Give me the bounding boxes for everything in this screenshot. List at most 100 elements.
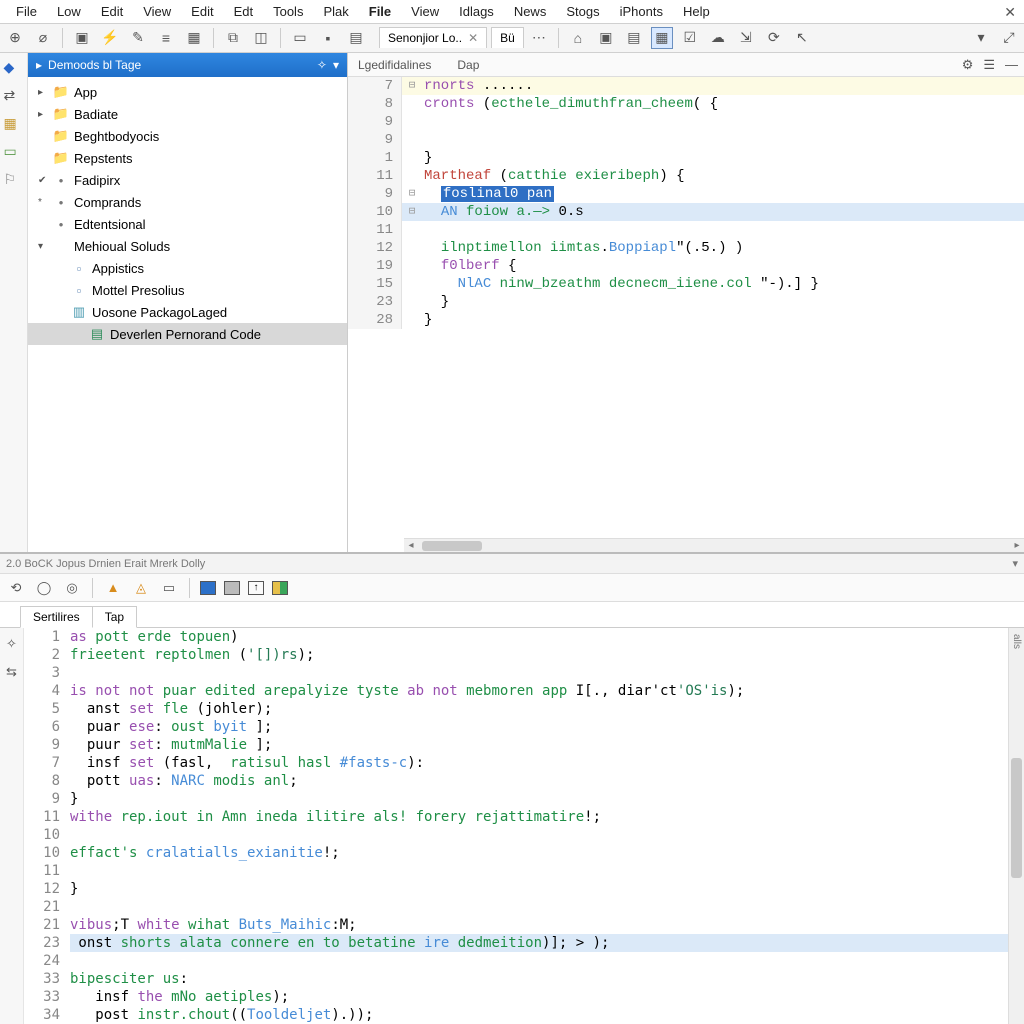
align-icon[interactable]: ▤: [623, 27, 645, 49]
badge-icon[interactable]: ▦: [4, 115, 24, 135]
tree-item[interactable]: ▫Appistics: [28, 257, 347, 279]
tree-item[interactable]: ▤Deverlen Pernorand Code: [28, 323, 347, 345]
chevron-down-icon[interactable]: ▾: [970, 27, 992, 49]
menu-item[interactable]: View: [401, 2, 449, 21]
check-icon[interactable]: ☑: [679, 27, 701, 49]
circle-icon[interactable]: ◯: [34, 578, 54, 598]
fold-icon[interactable]: [402, 167, 422, 185]
palette-stripe-icon[interactable]: [272, 581, 288, 595]
tree-item[interactable]: ▫Mottel Presolius: [28, 279, 347, 301]
twisty-icon[interactable]: ✔: [38, 175, 48, 186]
tree-item[interactable]: 📁Beghtbodyocis: [28, 125, 347, 147]
twisty-icon[interactable]: ▸: [38, 87, 48, 98]
refresh-icon[interactable]: ⟳: [763, 27, 785, 49]
scroll-right-icon[interactable]: ▸: [1010, 540, 1024, 551]
tree-item[interactable]: ▥Uosone PackagoLaged: [28, 301, 347, 323]
menu-item[interactable]: Stogs: [556, 2, 609, 21]
fold-icon[interactable]: ⊟: [402, 203, 422, 221]
palette-up-icon[interactable]: ↑: [248, 581, 264, 595]
window-close-icon[interactable]: ✕: [1004, 4, 1016, 21]
gear-icon[interactable]: ⚙: [962, 57, 974, 73]
menu-item[interactable]: Idlags: [449, 2, 504, 21]
vertical-scrollbar[interactable]: [1008, 628, 1024, 1024]
tree-item[interactable]: ▸📁Badiate: [28, 103, 347, 125]
cloud-icon[interactable]: ☁: [707, 27, 729, 49]
horizontal-scrollbar[interactable]: ◂ ▸: [404, 538, 1024, 552]
minimize-icon[interactable]: —: [1005, 57, 1018, 73]
globe-icon[interactable]: ⊕: [4, 27, 26, 49]
editor-tab[interactable]: Bü: [491, 27, 524, 48]
status-collapse-icon[interactable]: ▾: [1012, 557, 1018, 570]
fold-icon[interactable]: [402, 239, 422, 257]
editor-tab[interactable]: Senonjior Lo.. ✕: [379, 27, 487, 48]
fold-icon[interactable]: [402, 131, 422, 149]
highlight-icon[interactable]: ▦: [651, 27, 673, 49]
fold-icon[interactable]: [402, 257, 422, 275]
fold-icon[interactable]: [402, 311, 422, 329]
wand-icon[interactable]: ✧: [2, 634, 22, 654]
tab-overflow-icon[interactable]: ⋯: [528, 27, 550, 49]
fold-icon[interactable]: [402, 95, 422, 113]
box-icon[interactable]: ▣: [595, 27, 617, 49]
fold-icon[interactable]: ⊟: [402, 77, 422, 95]
project-tree[interactable]: ▸📁App▸📁Badiate📁Beghtbodyocis📁Repstents ✔ •…: [28, 77, 347, 349]
tree-item[interactable]: *•Comprands: [28, 191, 347, 213]
warning-icon[interactable]: ▲: [103, 578, 123, 598]
menu-item[interactable]: Plak: [313, 2, 358, 21]
layout-icon[interactable]: ▤: [345, 27, 367, 49]
scroll-left-icon[interactable]: ◂: [404, 540, 418, 551]
palette-grey-icon[interactable]: [224, 581, 240, 595]
card-icon[interactable]: ▭: [4, 143, 24, 163]
arrow-icon[interactable]: ↖: [791, 27, 813, 49]
fold-icon[interactable]: [402, 149, 422, 167]
pencil-icon[interactable]: ✎: [127, 27, 149, 49]
swap-icon[interactable]: ⇄: [4, 87, 24, 107]
panel-icon[interactable]: ▭: [289, 27, 311, 49]
menu-item[interactable]: iPhonts: [610, 2, 673, 21]
target-icon[interactable]: ◎: [62, 578, 82, 598]
tree-item[interactable]: •Edtentsional: [28, 213, 347, 235]
panel-menu-icon[interactable]: ▾: [333, 58, 339, 72]
twisty-icon[interactable]: *: [38, 197, 48, 208]
expand-icon[interactable]: ⤢: [998, 27, 1020, 49]
stop-icon[interactable]: ▪: [317, 27, 339, 49]
editor-subtab[interactable]: Dap: [453, 56, 483, 74]
code-editor[interactable]: 7⊟rnorts ......8cronts (ecthele_dimuthfr…: [348, 77, 1024, 552]
tree-item[interactable]: 📁Repstents: [28, 147, 347, 169]
menu-item[interactable]: Low: [47, 2, 91, 21]
tree-item[interactable]: ▸📁App: [28, 81, 347, 103]
scrollbar-thumb[interactable]: [422, 541, 482, 551]
menu-item[interactable]: Edt: [224, 2, 264, 21]
filter-icon[interactable]: ≡: [155, 27, 177, 49]
palette-blue-icon[interactable]: [200, 581, 216, 595]
paste-icon[interactable]: ◫: [250, 27, 272, 49]
scrollbar-thumb[interactable]: [1011, 758, 1022, 878]
fold-icon[interactable]: [402, 221, 422, 239]
chat-icon[interactable]: ☰: [983, 57, 995, 73]
fold-icon[interactable]: ⊟: [402, 185, 422, 203]
lower-tab[interactable]: Sertilires: [20, 606, 93, 628]
copy-icon[interactable]: ⧉: [222, 27, 244, 49]
menu-item[interactable]: Edit: [91, 2, 133, 21]
image-icon[interactable]: ▭: [159, 578, 179, 598]
lightning-icon[interactable]: ⚡: [99, 27, 121, 49]
panel-action-icon[interactable]: ✧: [317, 58, 327, 72]
warning2-icon[interactable]: ◬: [131, 578, 151, 598]
lower-tab[interactable]: Tap: [93, 606, 137, 628]
dot-icon[interactable]: ◆: [4, 59, 24, 79]
editor-subtab[interactable]: Lgedifidalines: [354, 56, 435, 74]
menu-item[interactable]: File: [6, 2, 47, 21]
new-file-icon[interactable]: ▣: [71, 27, 93, 49]
fold-icon[interactable]: [402, 275, 422, 293]
grid-icon[interactable]: ▦: [183, 27, 205, 49]
lower-code-editor[interactable]: 1as pott erde topuen)2frieetent reptolme…: [24, 628, 1024, 1024]
leaf-icon[interactable]: ⌀: [32, 27, 54, 49]
tree-item[interactable]: ▾Mehioual Soluds: [28, 235, 347, 257]
menu-item[interactable]: Edit: [181, 2, 223, 21]
menu-item[interactable]: File: [359, 2, 401, 21]
sync-icon[interactable]: ⇆: [2, 662, 22, 682]
fold-icon[interactable]: [402, 293, 422, 311]
menu-item[interactable]: Help: [673, 2, 720, 21]
export-icon[interactable]: ⇲: [735, 27, 757, 49]
menu-item[interactable]: Tools: [263, 2, 313, 21]
